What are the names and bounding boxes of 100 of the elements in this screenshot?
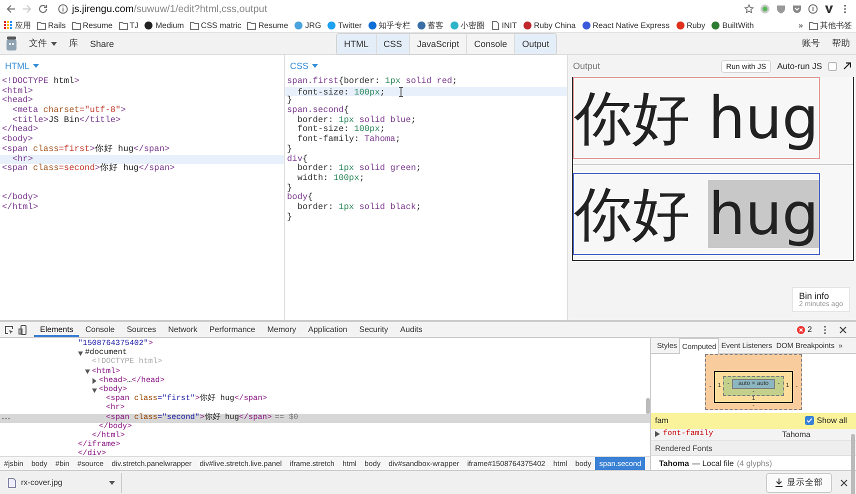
folder-icon	[72, 20, 81, 30]
bookmark[interactable]: JRG	[294, 20, 322, 30]
extension-logo-icon[interactable]	[824, 4, 834, 14]
bookmark[interactable]: 蓄客	[416, 20, 444, 30]
file-icon	[8, 478, 16, 488]
code-line: }	[286, 144, 294, 154]
url-text: js.jirengu.com/suwuw/1/edit?html,css,output	[72, 4, 268, 14]
close-icon[interactable]	[840, 478, 848, 486]
site-icon	[327, 20, 336, 30]
download-item[interactable]: rx-cover.jpg	[2, 472, 122, 492]
site-icon	[294, 20, 304, 30]
code-line: span.first{border: 1px solid red;	[286, 77, 458, 87]
font-entry: Tahoma — Local file (4 glyphs)	[658, 458, 773, 470]
apps-grid-icon	[4, 20, 13, 30]
bookmark[interactable]: INIT	[490, 20, 517, 30]
code-line: <span class=second>你好 hug</span>	[1, 164, 176, 174]
star-icon[interactable]	[744, 4, 754, 14]
pane-menu[interactable]: CSS	[290, 61, 309, 71]
menu-item[interactable]: 文件	[29, 37, 57, 50]
code-line: border: 1px solid blue;	[296, 116, 418, 125]
address-bar[interactable]: js.jirengu.com/suwuw/1/edit?html,css,output	[54, 1, 738, 17]
ellipsis-icon[interactable]	[2, 416, 10, 420]
caret-icon	[32, 64, 38, 68]
info-icon[interactable]	[58, 4, 68, 14]
code-line: <meta charset="utf-8">	[11, 106, 127, 116]
filter-bar[interactable]: fam Show all	[651, 412, 856, 429]
checkbox[interactable]	[828, 62, 837, 70]
back-icon[interactable]	[6, 4, 16, 14]
folder-icon	[809, 20, 818, 30]
code-line: }	[286, 96, 294, 106]
bookmarks-overflow[interactable]: »	[798, 20, 803, 30]
disclosure-triangle-icon[interactable]	[77, 350, 85, 357]
folder-icon	[247, 20, 256, 30]
bookmark[interactable]: 应用	[4, 20, 31, 30]
arrow-icon[interactable]	[843, 62, 851, 70]
help-link[interactable]: 帮助	[832, 37, 850, 50]
code-line: </head>	[1, 125, 40, 134]
disclosure-triangle-icon[interactable]	[91, 388, 99, 394]
bookmark[interactable]: 其他书签	[809, 20, 852, 30]
bookmark[interactable]: Twitter	[327, 20, 362, 30]
code-line: body{	[286, 193, 314, 202]
shield-icon[interactable]	[776, 4, 786, 14]
panel-toggle[interactable]: Output	[515, 34, 556, 54]
error-icon[interactable]	[796, 324, 806, 334]
devtools-tab[interactable]: Sources	[120, 322, 162, 337]
disclosure-triangle-icon[interactable]	[91, 378, 99, 384]
bookmark[interactable]: React Native Express	[582, 20, 670, 30]
pocket-icon[interactable]	[792, 4, 802, 14]
bookmark[interactable]: Resume	[72, 20, 113, 30]
folder-icon	[37, 20, 46, 30]
devtools-tab[interactable]: Console	[79, 322, 121, 337]
code-line: div{	[286, 154, 309, 164]
devtools-tab[interactable]: Elements	[34, 322, 80, 337]
bookmark[interactable]: CSS matric	[190, 20, 242, 30]
devtools-tab[interactable]: Application	[302, 322, 354, 337]
bookmark[interactable]: Rails	[37, 20, 66, 30]
code-line: </body>	[1, 193, 40, 202]
code-line: }	[286, 212, 294, 222]
disclosure-triangle-icon[interactable]	[84, 369, 92, 376]
property-value: Tahoma	[782, 430, 810, 439]
bookmark[interactable]: 小密圈	[450, 20, 485, 30]
code-line: </html>	[1, 202, 40, 213]
disclosure-triangle-icon[interactable]	[655, 431, 660, 438]
bookmark[interactable]: Ruby China	[522, 20, 576, 30]
checkbox-label: Auto-run JS	[777, 61, 822, 71]
caret-icon	[312, 64, 318, 68]
bookmark[interactable]: Ruby	[676, 20, 706, 30]
scrollbar[interactable]	[851, 434, 855, 494]
bookmark[interactable]: TJ	[118, 20, 138, 30]
menu-item[interactable]: 库	[69, 37, 78, 50]
reload-icon[interactable]	[38, 4, 48, 14]
bookmark[interactable]: BuiltWith	[711, 20, 754, 30]
panel-toggle[interactable]: HTML	[337, 34, 377, 54]
devtools-tab[interactable]: Security	[353, 322, 394, 337]
site-icon	[522, 20, 532, 30]
bookmark[interactable]: Medium	[144, 20, 184, 30]
code-line: <title>JS Bin</title>	[12, 116, 122, 125]
show-all-button[interactable]: 显示全部	[766, 472, 832, 492]
code-line: <body>	[1, 135, 34, 145]
devtools-tab[interactable]: Network	[162, 322, 204, 337]
menu-item[interactable]: Share	[90, 38, 114, 48]
devtools-tab[interactable]: Audits	[394, 322, 428, 337]
inspect-icon[interactable]	[4, 324, 14, 334]
devtools-tab[interactable]: Performance	[203, 322, 262, 337]
close-icon[interactable]	[838, 324, 848, 334]
info-circle-icon[interactable]	[808, 4, 818, 14]
panel-toggle[interactable]: CSS	[376, 34, 410, 54]
code-line: font-family: Tahoma;	[296, 135, 402, 145]
scrollbar[interactable]	[646, 398, 650, 414]
jar-logo-icon[interactable]	[6, 36, 17, 51]
download-icon	[775, 478, 783, 487]
account-link[interactable]: 账号	[802, 37, 820, 50]
code-line: border: 1px solid black;	[296, 202, 422, 213]
text-cursor-icon	[399, 86, 404, 97]
checkbox[interactable]	[804, 416, 814, 426]
device-icon[interactable]	[18, 324, 28, 334]
devtools-tab[interactable]: Memory	[261, 322, 302, 337]
bookmark[interactable]: Resume	[247, 20, 288, 30]
bookmark[interactable]: 知乎专栏	[368, 20, 411, 30]
code-line: }	[286, 184, 292, 193]
